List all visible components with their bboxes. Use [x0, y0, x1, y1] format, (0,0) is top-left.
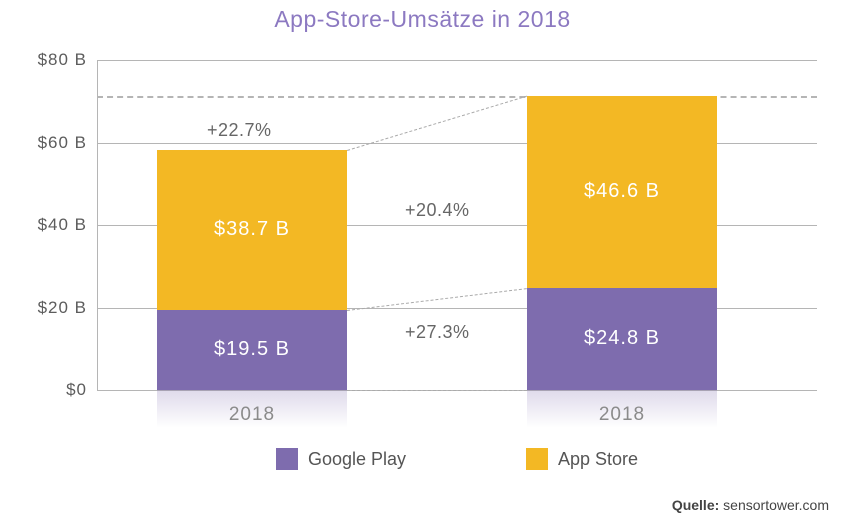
- legend-swatch-app-store: [526, 448, 548, 470]
- bar-2018-b: $24.8 B $46.6 B: [527, 96, 717, 391]
- legend-label-app-store: App Store: [558, 449, 638, 470]
- bar-2018-a: $19.5 B $38.7 B: [157, 150, 347, 390]
- source-prefix: Quelle:: [672, 497, 723, 513]
- plot-area: $80 B $60 B $40 B $20 B $0 $19.5 B $38.7…: [97, 60, 817, 390]
- legend-label-google-play: Google Play: [308, 449, 406, 470]
- legend-google-play: Google Play: [276, 448, 406, 470]
- y-tick-40: $40 B: [37, 215, 87, 235]
- chart-title: App-Store-Umsätze in 2018: [0, 6, 845, 33]
- y-tick-80: $80 B: [37, 50, 87, 70]
- gridline-80: [97, 60, 817, 61]
- legend-swatch-google-play: [276, 448, 298, 470]
- bar-b-app-store: $46.6 B: [527, 96, 717, 288]
- category-label-a: 2018: [157, 404, 347, 426]
- growth-google-play: +27.3%: [405, 322, 470, 343]
- connector-base: [347, 390, 527, 391]
- source-credit: Quelle: sensortower.com: [672, 497, 829, 513]
- y-tick-0: $0: [37, 380, 87, 400]
- legend: Google Play App Store: [97, 448, 817, 470]
- growth-total: +22.7%: [207, 120, 272, 141]
- bar-b-google-play: $24.8 B: [527, 288, 717, 390]
- source-text: sensortower.com: [723, 497, 829, 513]
- bar-a-app-store: $38.7 B: [157, 150, 347, 310]
- category-label-b: 2018: [527, 404, 717, 426]
- y-tick-20: $20 B: [37, 298, 87, 318]
- growth-app-store: +20.4%: [405, 200, 470, 221]
- bar-a-google-play: $19.5 B: [157, 310, 347, 390]
- legend-app-store: App Store: [526, 448, 638, 470]
- y-tick-60: $60 B: [37, 133, 87, 153]
